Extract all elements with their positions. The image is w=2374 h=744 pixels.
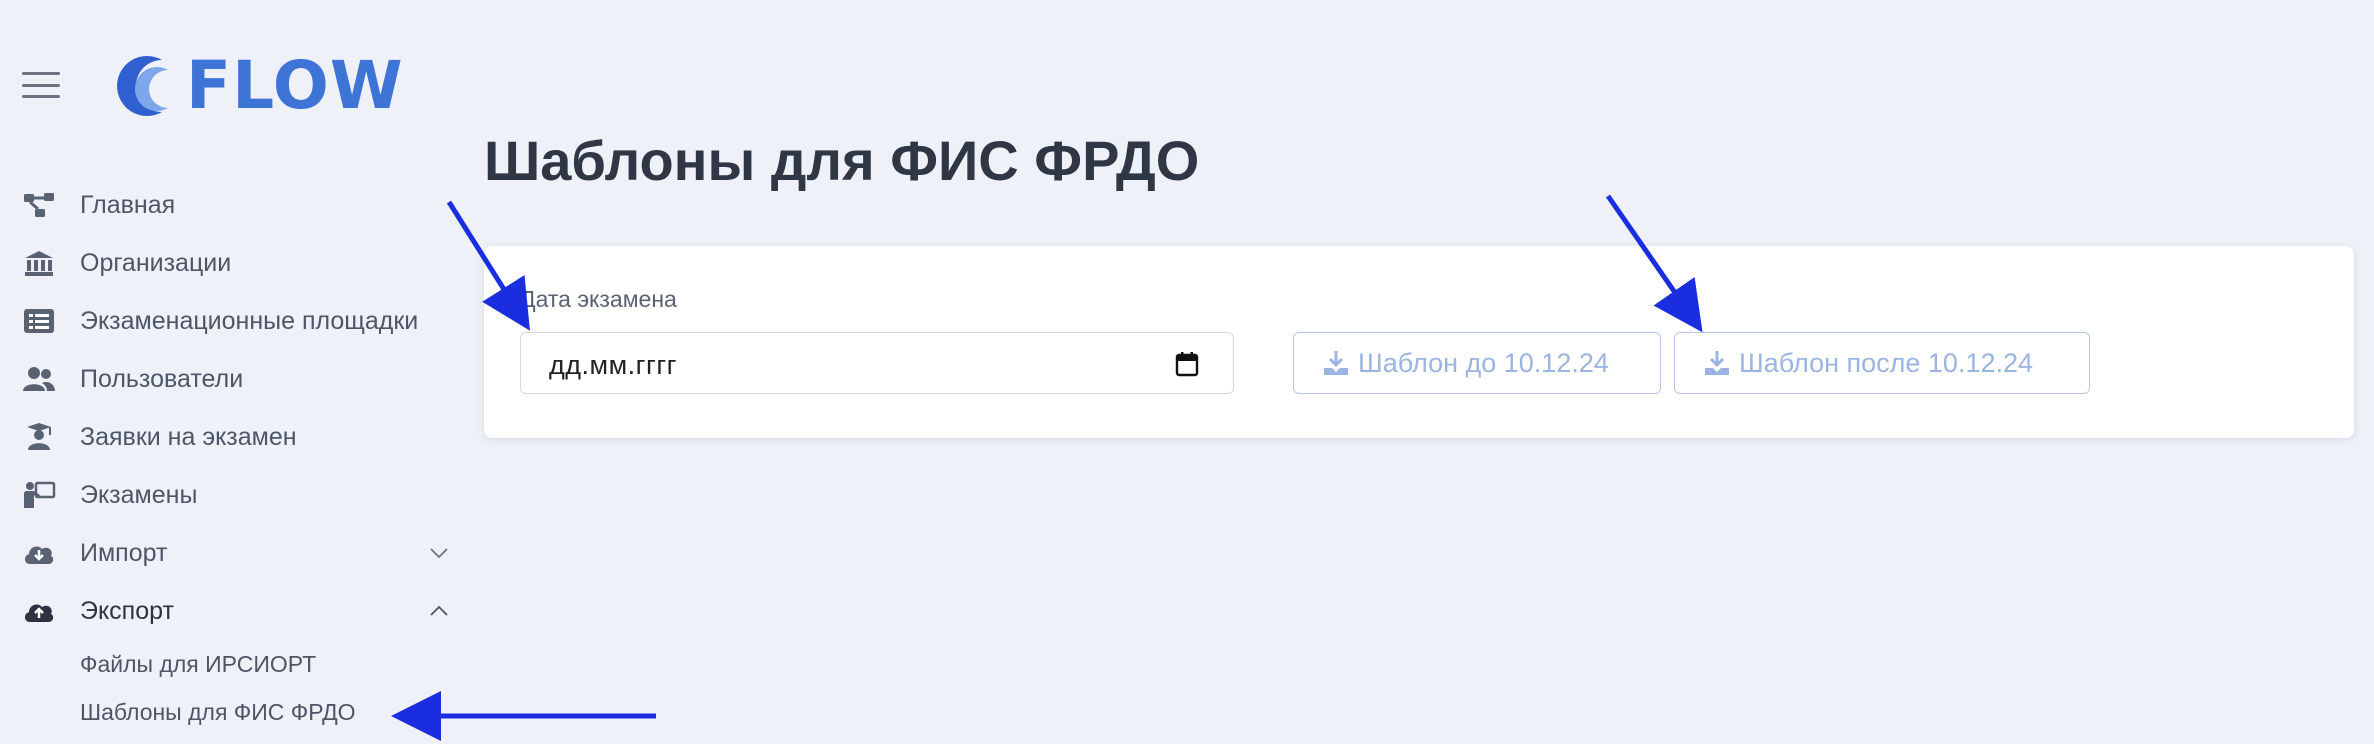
template-after-label: Шаблон после 10.12.24 (1739, 347, 2034, 378)
diagram-icon (22, 191, 56, 219)
sidebar-item-label: Экзамены (80, 480, 198, 509)
sidebar-item-label: Экзаменационные площадки (80, 306, 419, 335)
template-after-button[interactable]: Шаблон после 10.12.24 (1674, 332, 2090, 394)
burger-line (22, 83, 60, 87)
form-card: Дата экзамена дд.мм.гггг Шаблон до 10.12… (484, 246, 2354, 438)
download-icon (1705, 351, 1729, 375)
users-icon (22, 365, 56, 393)
cloud-upload-icon (22, 597, 56, 625)
exam-date-value: дд.мм.гггг (549, 350, 678, 380)
calendar-icon[interactable] (1175, 351, 1199, 377)
template-before-button[interactable]: Шаблон до 10.12.24 (1293, 332, 1661, 394)
sidebar-item-import[interactable]: Импорт (0, 524, 460, 582)
institution-icon (22, 249, 56, 277)
sidebar-subitem-irsiort-files[interactable]: Файлы для ИРСИОРТ (80, 651, 316, 678)
sidebar-item-home[interactable]: Главная (0, 176, 460, 234)
sidebar-item-exam-requests[interactable]: Заявки на экзамен (0, 408, 460, 466)
sidebar-item-exam-sites[interactable]: Экзаменационные площадки (0, 292, 460, 350)
sidebar-item-users[interactable]: Пользователи (0, 350, 460, 408)
sidebar-item-label: Импорт (80, 538, 168, 567)
sidebar-item-label: Главная (80, 190, 176, 219)
sidebar-item-exams[interactable]: Экзамены (0, 466, 460, 524)
burger-line (22, 72, 60, 75)
burger-line (22, 95, 60, 98)
page-title: Шаблоны для ФИС ФРДО (484, 129, 1200, 192)
sidebar-item-export[interactable]: Экспорт (0, 582, 460, 640)
download-icon (1324, 351, 1348, 375)
brand-name: FLOW (186, 47, 404, 124)
exam-date-input[interactable]: дд.мм.гггг (520, 332, 1234, 394)
sidebar-item-label: Экспорт (80, 596, 174, 625)
brand-logo[interactable]: FLOW (110, 52, 404, 120)
flow-logo-icon (117, 56, 172, 116)
exam-date-label: Дата экзамена (520, 286, 677, 312)
sidebar-item-label: Заявки на экзамен (80, 422, 297, 451)
cloud-download-icon (22, 539, 56, 567)
graduate-icon (22, 423, 56, 451)
sidebar-item-label: Организации (80, 248, 232, 277)
sidebar-item-label: Пользователи (80, 364, 244, 393)
menu-toggle-button[interactable] (22, 72, 60, 98)
chevron-down-icon[interactable] (428, 542, 450, 564)
chevron-up-icon[interactable] (428, 600, 450, 622)
sidebar-nav: Главная Организации Экзаменационные площ… (0, 176, 460, 625)
list-icon (22, 307, 56, 335)
teacher-icon (22, 481, 56, 509)
template-before-label: Шаблон до 10.12.24 (1358, 347, 1609, 378)
sidebar-subitem-fis-frdo-templates[interactable]: Шаблоны для ФИС ФРДО (80, 699, 356, 726)
sidebar-item-organizations[interactable]: Организации (0, 234, 460, 292)
